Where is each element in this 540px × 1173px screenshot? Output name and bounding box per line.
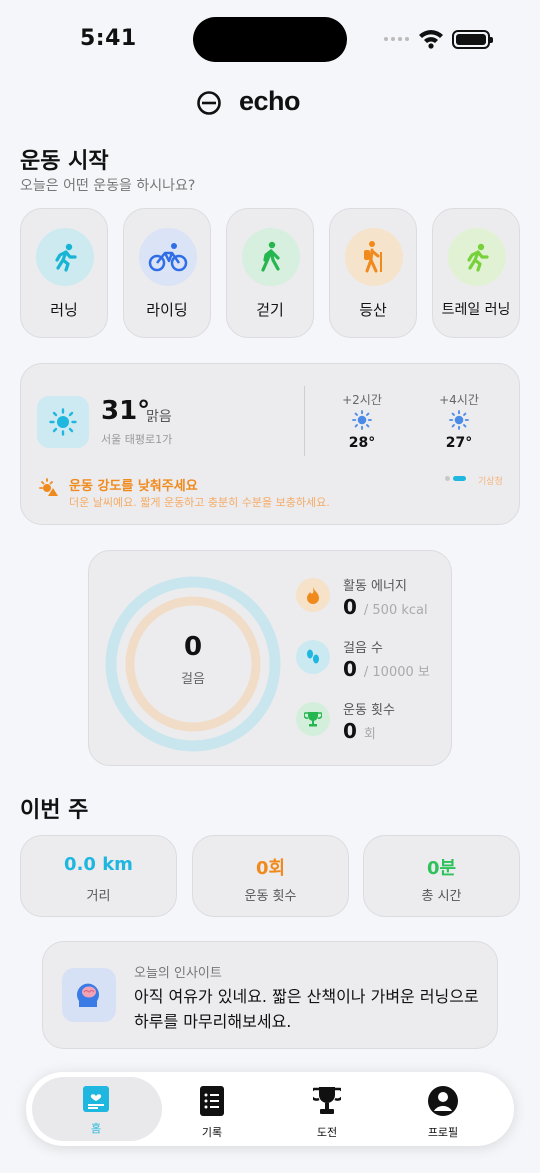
forecast-temperature: 27°: [445, 435, 473, 451]
home-icon: [83, 1086, 109, 1112]
sport-label: 러닝: [50, 301, 78, 319]
nav-label-home: 홈: [90, 1122, 102, 1135]
section-title-week: 이번 주: [20, 798, 89, 823]
footprints-icon: [296, 640, 330, 674]
stat-unit-steps: / 10000 보: [363, 665, 430, 680]
sport-tile-running[interactable]: 러닝: [20, 208, 108, 338]
challenge-trophy-icon: [309, 1087, 345, 1114]
nav-item-challenge[interactable]: 도전: [282, 1086, 372, 1140]
sport-tile-riding[interactable]: 라이딩: [123, 208, 211, 338]
sport-label: 라이딩: [146, 301, 188, 319]
weather-divider: [304, 386, 305, 456]
battery-icon: [452, 30, 493, 49]
trail-running-icon: [448, 228, 506, 286]
stat-label-energy: 활동 에너지: [343, 579, 407, 594]
weather-page-indicator[interactable]: [445, 476, 466, 481]
weather-temperature: 31°: [101, 396, 151, 426]
sun-icon: [37, 396, 89, 448]
forecast-sun-icon: [449, 410, 469, 430]
hiking-icon: [345, 228, 403, 286]
week-label-time: 총 시간: [421, 889, 462, 904]
stat-value-workouts: 0: [343, 719, 357, 743]
insight-title: 오늘의 인사이트: [134, 966, 222, 981]
stat-unit-energy: / 500 kcal: [363, 603, 428, 618]
forecast-sun-icon: [352, 410, 372, 430]
weather-location: 서울 태평로1가: [101, 433, 173, 446]
wifi-icon: [419, 30, 443, 49]
section-subtitle-start: 오늘은 어떤 운동을 하시나요?: [20, 178, 196, 194]
week-card-distance[interactable]: 0.0 km 거리: [20, 835, 177, 917]
running-icon: [36, 228, 94, 286]
walking-icon: [242, 228, 300, 286]
stat-value-steps: 0: [343, 657, 357, 681]
profile-icon: [428, 1086, 458, 1116]
dynamic-island: [193, 17, 347, 62]
stat-value-energy: 0: [343, 595, 357, 619]
cellular-signal-icon: [384, 37, 409, 41]
week-card-time[interactable]: 0분 총 시간: [363, 835, 520, 917]
insight-text: 아직 여유가 있네요. 짧은 산책이나 가벼운 러닝으로 하루를 마무리해보세요…: [134, 987, 479, 1031]
status-time: 5:41: [80, 26, 137, 51]
week-value-distance: 0.0 km: [64, 854, 133, 875]
week-card-workouts[interactable]: 0회 운동 횟수: [192, 835, 349, 917]
flame-icon: [296, 578, 330, 612]
nav-label-records: 기록: [201, 1126, 223, 1139]
weather-warning-text: 더운 날씨예요. 짧게 운동하고 충분히 수분을 보충하세요.: [69, 496, 330, 509]
sun-warning-icon: [39, 478, 58, 496]
sport-label: 걷기: [256, 301, 284, 319]
forecast-label: +2시간: [342, 393, 382, 407]
weather-warning-title: 운동 강도를 낮춰주세요: [69, 479, 198, 494]
nav-label-challenge: 도전: [316, 1126, 338, 1139]
week-label-distance: 거리: [86, 889, 111, 904]
section-title-start: 운동 시작: [20, 149, 109, 174]
stat-label-workouts: 운동 횟수: [343, 703, 395, 718]
activity-rings: [105, 576, 281, 752]
week-value-time: 0분: [426, 858, 457, 879]
forecast-label: +4시간: [439, 393, 479, 407]
nav-item-records[interactable]: 기록: [167, 1086, 257, 1140]
week-label-workouts: 운동 횟수: [244, 889, 297, 904]
sport-tile-hiking[interactable]: 등산: [329, 208, 417, 338]
forecast-temperature: 28°: [348, 435, 376, 451]
stat-label-steps: 걸음 수: [343, 641, 384, 656]
nav-item-profile[interactable]: 프로필: [398, 1086, 488, 1140]
app-name: echo: [239, 86, 301, 116]
stat-unit-workouts: 회: [363, 727, 376, 742]
week-value-workouts: 0회: [255, 858, 286, 879]
cycling-icon: [139, 228, 197, 286]
nav-item-home[interactable]: 홈: [51, 1086, 141, 1136]
sport-tile-walking[interactable]: 걷기: [226, 208, 314, 338]
records-icon: [200, 1086, 224, 1116]
sport-tile-trail-running[interactable]: 트레일 러닝: [432, 208, 520, 338]
brain-icon: [62, 968, 116, 1022]
nav-label-profile: 프로필: [427, 1126, 459, 1139]
echo-logo-icon: [197, 91, 221, 115]
sport-label: 트레일 러닝: [441, 302, 511, 318]
weather-source: 기상청: [478, 477, 503, 487]
steps-label: 걸음: [181, 672, 205, 687]
steps-count: 0: [183, 632, 203, 662]
trophy-icon: [296, 702, 330, 736]
sport-label: 등산: [359, 301, 387, 319]
weather-condition: 맑음: [146, 409, 172, 425]
